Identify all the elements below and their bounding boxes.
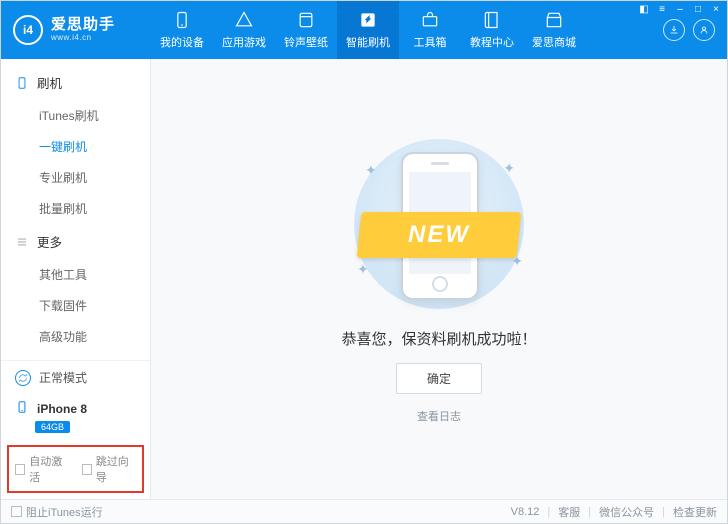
brand-logo-icon: i4: [13, 15, 43, 45]
nav-label: 应用游戏: [222, 34, 266, 50]
toolbox-icon: [420, 10, 440, 30]
main-panel: ✦✦✦✦ NEW 恭喜您，保资料刷机成功啦！ 确定 查看日志: [151, 59, 727, 499]
sidebar-item-batch[interactable]: 批量刷机: [1, 193, 150, 224]
sidebar-item-advanced[interactable]: 高级功能: [1, 321, 150, 352]
nav-label: 铃声壁纸: [284, 34, 328, 50]
book-icon: [482, 10, 502, 30]
view-log-link[interactable]: 查看日志: [417, 408, 461, 424]
sidebar-item-itunes[interactable]: iTunes刷机: [1, 100, 150, 131]
storage-badge: 64GB: [35, 421, 70, 433]
sidebar-item-firmware[interactable]: 下载固件: [1, 290, 150, 321]
mode-row: 正常模式: [1, 361, 150, 394]
sidebar: 刷机 iTunes刷机 一键刷机 专业刷机 批量刷机 更多 其他工具 下载固件 …: [1, 59, 151, 499]
nav-label: 工具箱: [414, 34, 447, 50]
maximize-button[interactable]: □: [690, 2, 706, 16]
ok-button[interactable]: 确定: [396, 363, 482, 394]
phone-small-icon: [15, 400, 29, 417]
store-icon: [544, 10, 564, 30]
sidebar-group-title: 更多: [37, 232, 62, 251]
download-button[interactable]: [663, 19, 685, 41]
more-icon: [15, 235, 29, 249]
refresh-icon: [15, 370, 31, 386]
sidebar-group-more: 更多: [1, 224, 150, 259]
mode-label: 正常模式: [39, 369, 87, 386]
ribbon-text: NEW: [359, 212, 519, 258]
menu-button[interactable]: ≡: [654, 2, 670, 16]
success-illustration: ✦✦✦✦ NEW: [349, 134, 529, 314]
top-nav: 我的设备 应用游戏 铃声壁纸 智能刷机 工具箱 教程中心: [151, 1, 647, 59]
footer: 阻止iTunes运行 V8.12 | 客服 | 微信公众号 | 检查更新: [1, 499, 727, 523]
checkbox-icon: [11, 506, 22, 517]
nav-label: 智能刷机: [346, 34, 390, 50]
sidebar-item-onekey[interactable]: 一键刷机: [1, 131, 150, 162]
update-link[interactable]: 检查更新: [673, 504, 717, 520]
nav-label: 教程中心: [470, 34, 514, 50]
wechat-link[interactable]: 微信公众号: [599, 504, 654, 520]
sidebar-item-other[interactable]: 其他工具: [1, 259, 150, 290]
checkbox-icon: [82, 464, 92, 475]
account-button[interactable]: [693, 19, 715, 41]
checkbox-block-itunes[interactable]: 阻止iTunes运行: [11, 504, 103, 520]
music-icon: [296, 10, 316, 30]
sidebar-group-title: 刷机: [37, 73, 62, 92]
checkbox-label: 自动激活: [29, 453, 69, 485]
phone-icon: [172, 10, 192, 30]
apps-icon: [234, 10, 254, 30]
new-ribbon: NEW: [359, 212, 519, 258]
checkbox-label: 阻止iTunes运行: [26, 504, 103, 520]
nav-label: 爱思商城: [532, 34, 576, 50]
checkbox-skip-guide[interactable]: 跳过向导: [82, 453, 137, 485]
checkbox-icon: [15, 464, 25, 475]
close-button[interactable]: ×: [708, 2, 724, 16]
minimize-button[interactable]: –: [672, 2, 688, 16]
device-row: iPhone 8: [1, 394, 150, 419]
nav-label: 我的设备: [160, 34, 204, 50]
brand-name: 爱思助手: [51, 17, 115, 34]
brand: i4 爱思助手 www.i4.cn: [1, 1, 151, 59]
checkbox-label: 跳过向导: [96, 453, 136, 485]
nav-tutorial[interactable]: 教程中心: [461, 1, 523, 59]
nav-toolbox[interactable]: 工具箱: [399, 1, 461, 59]
success-message: 恭喜您，保资料刷机成功啦！: [341, 328, 536, 349]
sidebar-group-flash: 刷机: [1, 65, 150, 100]
device-icon: [15, 76, 29, 90]
device-name: iPhone 8: [37, 402, 87, 416]
brand-url: www.i4.cn: [51, 34, 115, 43]
checkbox-auto-activate[interactable]: 自动激活: [15, 453, 70, 485]
version-label: V8.12: [511, 506, 540, 518]
support-link[interactable]: 客服: [558, 504, 580, 520]
nav-flash[interactable]: 智能刷机: [337, 1, 399, 59]
nav-apps[interactable]: 应用游戏: [213, 1, 275, 59]
nav-devices[interactable]: 我的设备: [151, 1, 213, 59]
header: i4 爱思助手 www.i4.cn 我的设备 应用游戏 铃声壁纸 智能刷机: [1, 1, 727, 59]
skin-button[interactable]: ◧: [636, 2, 652, 16]
nav-ringtones[interactable]: 铃声壁纸: [275, 1, 337, 59]
flash-icon: [358, 10, 378, 30]
nav-store[interactable]: 爱思商城: [523, 1, 585, 59]
sidebar-item-pro[interactable]: 专业刷机: [1, 162, 150, 193]
options-highlight: 自动激活 跳过向导: [7, 445, 144, 493]
